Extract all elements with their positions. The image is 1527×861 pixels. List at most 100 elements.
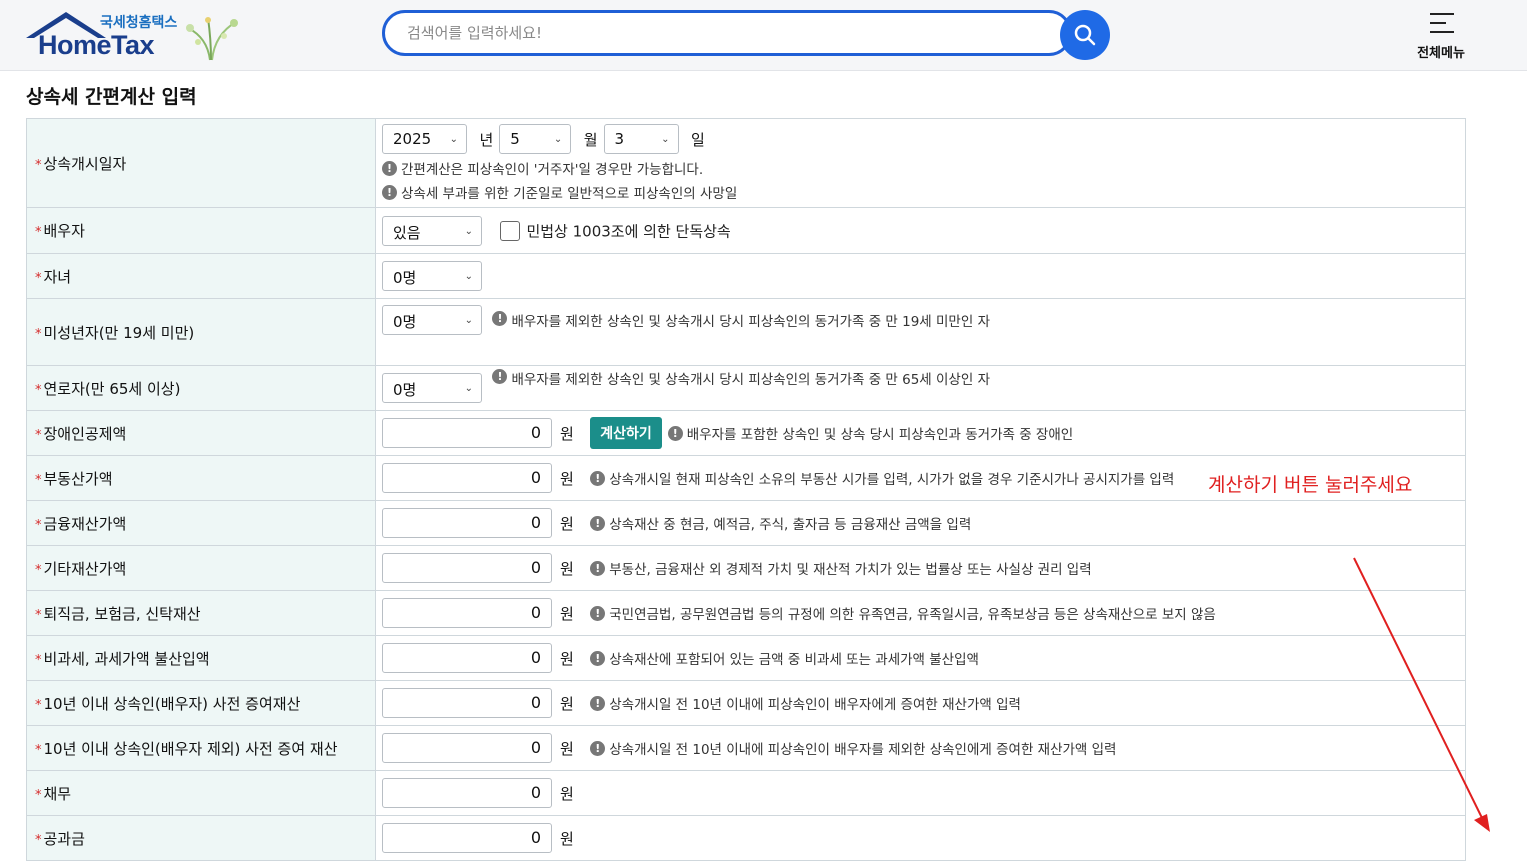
day-select[interactable]: 3 ⌄	[603, 124, 679, 154]
row-label: * 배우자	[26, 207, 376, 254]
chevron-down-icon: ⌄	[464, 225, 473, 237]
info-note: 배우자를 제외한 상속인 및 상속개시 당시 피상속인의 동거가족 중 만 19…	[511, 314, 990, 330]
chevron-down-icon: ⌄	[464, 271, 473, 282]
retirement-input[interactable]: 0	[382, 598, 552, 628]
disabled-deduction-input[interactable]: 0	[382, 418, 552, 448]
elderly-select[interactable]: 0명 ⌄	[382, 373, 482, 403]
row-value: 0원 ! 국민연금법, 공무원연금법 등의 규정에 의한 유족연금, 유족일시금,…	[375, 590, 1466, 636]
form-row-start-date: * 상속개시일자 2025 ⌄ 년 5 ⌄ 월 3 ⌄ 일 ! 간편계산은 피상속인이 '거주…	[26, 118, 1466, 208]
chevron-down-icon: ⌄	[464, 383, 473, 394]
info-icon: !	[590, 470, 606, 486]
hamburger-menu-icon	[1430, 13, 1454, 33]
children-value: 0명	[393, 269, 417, 287]
search-icon	[1074, 24, 1096, 46]
spouse-value: 있음	[393, 223, 421, 242]
dues-input[interactable]: 0	[382, 823, 552, 853]
form-row-other-assets: * 기타재산가액 0원 ! 부동산, 금융재산 외 경제적 가치 및 재산적 가치가…	[26, 545, 1466, 591]
won-unit: 원	[560, 424, 574, 443]
search-button[interactable]	[1060, 10, 1110, 60]
form-row-gift-spouse: * 10년 이내 상속인(배우자) 사전 증여재산 0원 ! 상속개시일 전 10년…	[26, 680, 1466, 726]
row-value: 0원 ! 상속개시일 전 10년 이내에 피상속인이 배우자를 제외한 상속인에게…	[375, 725, 1466, 771]
won-unit: 원	[560, 784, 574, 803]
label-text: 배우자	[43, 222, 85, 240]
row-label: * 퇴직금, 보험금, 신탁재산	[26, 590, 376, 636]
spouse-select[interactable]: 있음 ⌄	[382, 215, 482, 246]
info-icon: !	[590, 605, 606, 621]
won-unit: 원	[560, 604, 574, 623]
calculate-button[interactable]: 계산하기	[590, 417, 662, 449]
required-mark: *	[35, 225, 42, 240]
financial-assets-input[interactable]: 0	[382, 508, 552, 538]
won-unit: 원	[560, 514, 574, 533]
required-mark: *	[35, 832, 42, 848]
row-label: * 기타재산가액	[26, 545, 376, 591]
row-label: * 10년 이내 상속인(배우자) 사전 증여재산	[26, 680, 376, 726]
form-row-elderly: * 연로자(만 65세 이상) 0명 ⌄ ! 배우자를 제외한 상속인 및 상속개시 …	[26, 365, 1466, 411]
row-value: 0원	[375, 770, 1466, 816]
required-mark: *	[35, 382, 42, 398]
form-row-debt: * 채무 0원	[26, 770, 1466, 816]
sole-inheritance-checkbox[interactable]	[500, 220, 521, 241]
form-row-financial: * 금융재산가액 0원 ! 상속재산 중 현금, 예적금, 주식, 출자금 등 금융…	[26, 500, 1466, 546]
year-unit: 년	[479, 130, 494, 149]
full-menu-label: 전체메뉴	[1417, 46, 1465, 61]
children-select[interactable]: 0명 ⌄	[382, 261, 482, 291]
label-text: 퇴직금, 보험금, 신탁재산	[43, 604, 201, 623]
hometax-logo[interactable]: 국세청홈택스 HomeTax	[24, 10, 244, 62]
won-unit: 원	[560, 469, 574, 488]
info-note: 간편계산은 피상속인이 '거주자'일 경우만 가능합니다.	[401, 162, 704, 178]
info-icon: !	[590, 650, 606, 666]
chevron-down-icon: ⌄	[464, 315, 473, 326]
day-unit: 일	[690, 130, 705, 149]
row-label: * 자녀	[26, 253, 376, 299]
other-assets-input[interactable]: 0	[382, 553, 552, 583]
row-label: * 상속개시일자	[26, 118, 376, 208]
won-unit: 원	[560, 694, 574, 713]
debt-input[interactable]: 0	[382, 778, 552, 808]
minors-select[interactable]: 0명 ⌄	[382, 305, 482, 335]
row-value: 0원	[375, 815, 1466, 861]
gift-spouse-input[interactable]: 0	[382, 688, 552, 718]
form-row-minors: * 미성년자(만 19세 미만) 0명 ⌄ ! 배우자를 제외한 상속인 및 상속개시…	[26, 298, 1466, 366]
chevron-down-icon: ⌄	[661, 134, 670, 145]
info-icon: !	[590, 740, 606, 756]
gift-others-input[interactable]: 0	[382, 733, 552, 763]
row-label: * 채무	[26, 770, 376, 816]
info-note: 배우자를 제외한 상속인 및 상속개시 당시 피상속인의 동거가족 중 만 65…	[511, 372, 990, 388]
elderly-value: 0명	[393, 381, 417, 399]
info-icon: !	[590, 515, 606, 531]
form-row-disabled: * 장애인공제액 0원 계산하기! 배우자를 포함한 상속인 및 상속 당시 피상속…	[26, 410, 1466, 456]
nontax-input[interactable]: 0	[382, 643, 552, 673]
info-icon: !	[382, 184, 397, 200]
row-value: 0명 ⌄	[375, 253, 1466, 299]
search-box[interactable]	[382, 10, 1072, 56]
form-row-nontax: * 비과세, 과세가액 불산입액 0원 ! 상속재산에 포함되어 있는 금액 중 비…	[26, 635, 1466, 681]
real-estate-input[interactable]: 0	[382, 463, 552, 493]
info-note: 부동산, 금융재산 외 경제적 가치 및 재산적 가치가 있는 법률상 또는 사…	[609, 562, 1092, 578]
row-value: 0원 ! 상속개시일 전 10년 이내에 피상속인이 배우자에게 증여한 재산가액…	[375, 680, 1466, 726]
won-unit: 원	[560, 829, 574, 848]
month-value: 5	[510, 130, 520, 148]
label-text: 10년 이내 상속인(배우자) 사전 증여재산	[43, 694, 301, 713]
year-select[interactable]: 2025 ⌄	[382, 124, 467, 154]
row-value: 0명 ⌄ ! 배우자를 제외한 상속인 및 상속개시 당시 피상속인의 동거가족 중…	[375, 298, 1466, 366]
row-value: 0원 ! 부동산, 금융재산 외 경제적 가치 및 재산적 가치가 있는 법률상 …	[375, 545, 1466, 591]
label-text: 비과세, 과세가액 불산입액	[43, 649, 210, 668]
form-row-gift-others: * 10년 이내 상속인(배우자 제외) 사전 증여 재산 0원 ! 상속개시일 전…	[26, 725, 1466, 771]
label-text: 채무	[43, 784, 72, 803]
required-mark: *	[35, 326, 42, 342]
search-input[interactable]	[405, 23, 1049, 43]
won-unit: 원	[560, 739, 574, 758]
info-icon: !	[492, 369, 508, 384]
chevron-down-icon: ⌄	[553, 134, 563, 145]
row-label: * 10년 이내 상속인(배우자 제외) 사전 증여 재산	[26, 725, 376, 771]
row-label: * 부동산가액	[26, 455, 376, 501]
info-note: 국민연금법, 공무원연금법 등의 규정에 의한 유족연금, 유족일시금, 유족보…	[609, 607, 1216, 623]
full-menu-button[interactable]: 전체메뉴	[1410, 8, 1470, 62]
checkbox-label: 민법상 1003조에 의한 단독상속	[526, 222, 731, 240]
info-note: 상속개시일 전 10년 이내에 피상속인이 배우자에게 증여한 재산가액 입력	[609, 697, 1021, 713]
month-select[interactable]: 5 ⌄	[499, 124, 572, 154]
label-text: 미성년자(만 19세 미만)	[43, 323, 195, 342]
label-text: 기타재산가액	[43, 559, 127, 578]
row-value: 0원 ! 상속재산에 포함되어 있는 금액 중 비과세 또는 과세가액 불산입액	[375, 635, 1466, 681]
